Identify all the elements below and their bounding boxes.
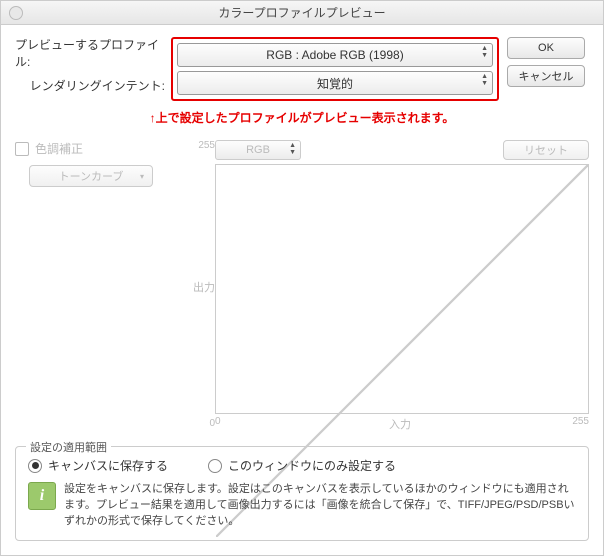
radio-save-canvas[interactable]: キャンバスに保存する (28, 457, 168, 474)
reset-button: リセット (503, 140, 589, 160)
radio-icon (28, 459, 42, 473)
intent-label: レンダリングインテント: (15, 69, 171, 101)
y-tick-max: 255 (198, 140, 215, 156)
chevron-down-icon: ▾ (140, 172, 144, 181)
stepper-icon: ▲▼ (481, 45, 488, 59)
info-icon: i (28, 482, 56, 510)
scope-info-text: 設定をキャンバスに保存します。設定はこのキャンバスを表示しているほかのウィンドウ… (64, 482, 576, 530)
radio-window-only[interactable]: このウィンドウにのみ設定する (208, 457, 396, 474)
titlebar: カラープロファイルプレビュー (1, 1, 603, 25)
scope-title: 設定の適用範囲 (26, 439, 111, 455)
tone-curve-chart (215, 164, 589, 414)
tone-correction-checkbox[interactable]: 色調補正 (15, 140, 189, 157)
ok-button[interactable]: OK (507, 37, 585, 59)
stepper-icon: ▲▼ (289, 142, 296, 156)
checkbox-icon (15, 142, 29, 156)
profile-label: プレビューするプロファイル: (15, 37, 171, 69)
stepper-icon: ▲▼ (481, 73, 488, 87)
intent-combo[interactable]: 知覚的 ▲▼ (177, 71, 493, 95)
tone-checkbox-label: 色調補正 (35, 140, 83, 157)
hint-text: ↑上で設定したプロファイルがプレビュー表示されます。 (15, 109, 589, 126)
profile-value: RGB : Adobe RGB (1998) (266, 48, 403, 62)
y-axis-label: 出力 (193, 156, 215, 418)
intent-value: 知覚的 (317, 75, 353, 92)
tone-curve-button: トーンカーブ ▾ (29, 165, 153, 187)
channel-combo: RGB ▲▼ (215, 140, 301, 160)
cancel-button[interactable]: キャンセル (507, 65, 585, 87)
radio-icon (208, 459, 222, 473)
dialog-window: カラープロファイルプレビュー プレビューするプロファイル: レンダリングインテン… (0, 0, 604, 556)
window-title: カラープロファイルプレビュー (1, 4, 603, 21)
profile-combo[interactable]: RGB : Adobe RGB (1998) ▲▼ (177, 43, 493, 67)
scope-group: 設定の適用範囲 キャンバスに保存する このウィンドウにのみ設定する i 設定をキ… (15, 446, 589, 541)
